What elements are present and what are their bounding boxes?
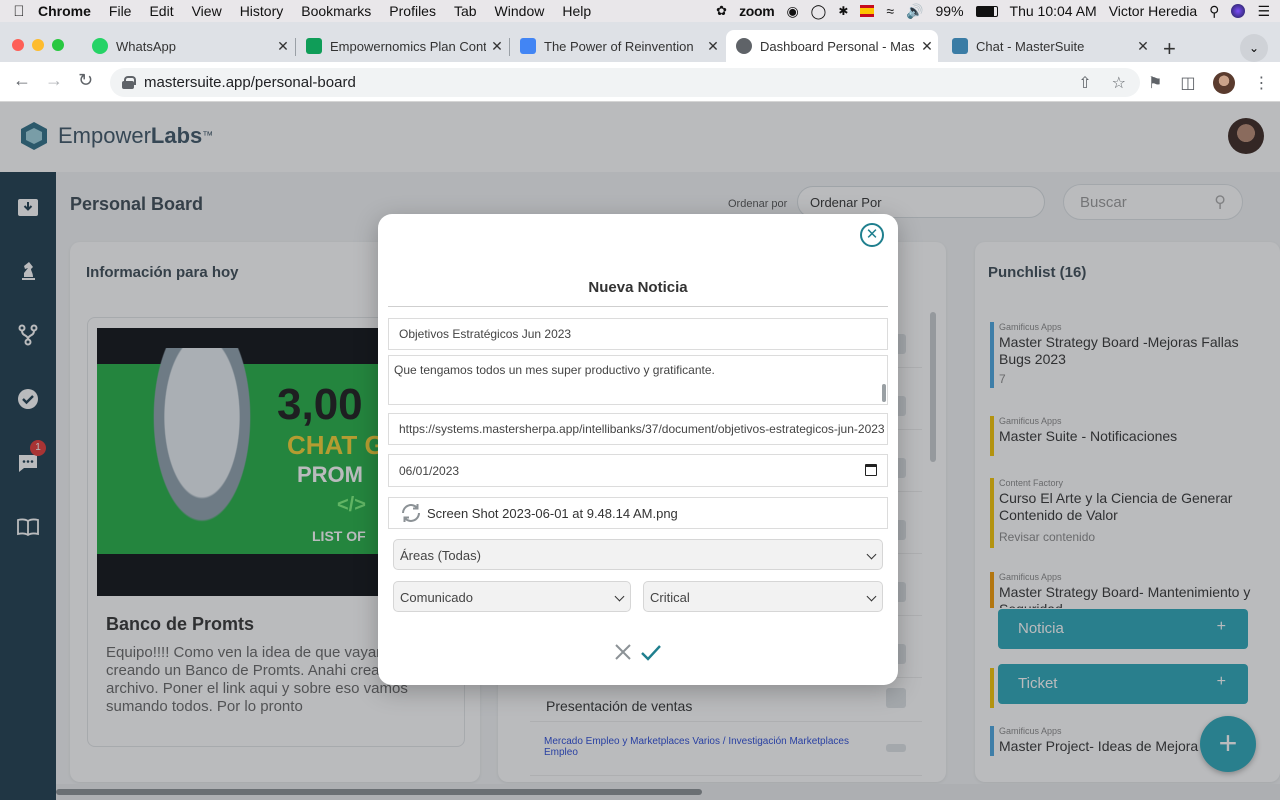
- battery-percent: 99%: [935, 3, 964, 19]
- google-sheets-icon: [306, 38, 322, 54]
- mastersuite-icon: [952, 38, 968, 54]
- priority-select[interactable]: Critical: [643, 581, 883, 612]
- sync-icon[interactable]: ◯: [811, 3, 827, 20]
- close-modal-icon[interactable]: ✕: [860, 223, 884, 247]
- zoom-status[interactable]: zoom: [739, 3, 775, 19]
- menu-bookmarks[interactable]: Bookmarks: [301, 3, 371, 19]
- tab-search-chevron-icon[interactable]: ⌄: [1240, 34, 1268, 62]
- new-tab-plus-icon[interactable]: +: [1163, 36, 1176, 62]
- file-upload-field[interactable]: Screen Shot 2023-06-01 at 9.48.14 AM.png: [388, 497, 888, 529]
- creative-cloud-icon[interactable]: ◉: [786, 3, 798, 20]
- menu-view[interactable]: View: [192, 3, 222, 19]
- modal-divider: [388, 306, 888, 307]
- close-tab-icon[interactable]: ✕: [272, 38, 294, 55]
- refresh-upload-icon[interactable]: [399, 501, 423, 525]
- confirm-check-icon[interactable]: [640, 642, 662, 662]
- bluetooth-icon[interactable]: ✱: [838, 4, 848, 18]
- whatsapp-icon: [92, 38, 108, 54]
- tab-title: Dashboard Personal - Mas: [760, 38, 915, 54]
- news-url-input[interactable]: https://systems.mastersherpa.app/intelli…: [388, 413, 888, 445]
- tab-chat-mastersuite[interactable]: Chat - MasterSuite ✕: [942, 30, 1154, 62]
- minimize-window-button[interactable]: [32, 39, 44, 51]
- tab-title: Empowernomics Plan Conte: [330, 38, 486, 54]
- keyboard-flag-icon[interactable]: [860, 5, 875, 17]
- menubar-clock[interactable]: Thu 10:04 AM: [1010, 3, 1097, 19]
- nueva-noticia-modal: ✕ Nueva Noticia Que tengamos todos un me…: [378, 214, 898, 685]
- menu-file[interactable]: File: [109, 3, 132, 19]
- share-icon[interactable]: ⇧: [1078, 73, 1091, 93]
- tab-power-of-reinvention[interactable]: The Power of Reinvention ✕: [510, 30, 724, 62]
- menu-profiles[interactable]: Profiles: [389, 3, 436, 19]
- back-arrow-icon[interactable]: ←: [13, 70, 31, 91]
- menu-tab[interactable]: Tab: [454, 3, 477, 19]
- menu-window[interactable]: Window: [495, 3, 545, 19]
- browser-tabstrip: WhatsApp ✕ Empowernomics Plan Conte ✕ Th…: [0, 22, 1280, 62]
- control-center-icon[interactable]: ☰: [1257, 3, 1270, 20]
- chrome-menu-icon[interactable]: ⋮: [1253, 73, 1269, 93]
- menu-edit[interactable]: Edit: [149, 3, 173, 19]
- apple-icon[interactable]: : [0, 3, 38, 20]
- menu-history[interactable]: History: [240, 3, 284, 19]
- areas-select-value: Áreas (Todas): [400, 548, 481, 563]
- news-url-value: https://systems.mastersherpa.app/intelli…: [399, 422, 885, 436]
- news-description-textarea[interactable]: Que tengamos todos un mes super producti…: [388, 355, 888, 405]
- spotlight-search-icon[interactable]: ⚲: [1209, 3, 1219, 20]
- menubar-user[interactable]: Victor Heredia: [1109, 3, 1197, 19]
- maximize-window-button[interactable]: [52, 39, 64, 51]
- news-date-value: 06/01/2023: [399, 463, 460, 478]
- calendar-icon[interactable]: [865, 464, 877, 476]
- news-title-input[interactable]: [388, 318, 888, 350]
- areas-select[interactable]: Áreas (Todas): [393, 539, 883, 570]
- macos-menubar:  Chrome File Edit View History Bookmark…: [0, 0, 1280, 22]
- tab-empowernomics[interactable]: Empowernomics Plan Conte ✕: [296, 30, 508, 62]
- close-tab-icon[interactable]: ✕: [486, 38, 508, 55]
- tab-title: Chat - MasterSuite: [976, 38, 1085, 54]
- chevron-down-icon: [614, 591, 625, 602]
- news-date-input[interactable]: 06/01/2023: [388, 454, 888, 487]
- globe-icon: [736, 38, 752, 54]
- cancel-x-icon[interactable]: [613, 642, 633, 662]
- close-tab-icon[interactable]: ✕: [916, 38, 938, 55]
- extensions-puzzle-icon[interactable]: ⚑: [1148, 73, 1162, 93]
- menu-help[interactable]: Help: [562, 3, 591, 19]
- tab-whatsapp[interactable]: WhatsApp ✕: [82, 30, 294, 62]
- volume-icon[interactable]: 🔊: [906, 3, 923, 20]
- news-type-value: Comunicado: [400, 590, 473, 605]
- menu-app-chrome[interactable]: Chrome: [38, 3, 91, 19]
- news-type-select[interactable]: Comunicado: [393, 581, 631, 612]
- battery-icon[interactable]: [975, 5, 998, 17]
- bookmark-star-icon[interactable]: ☆: [1112, 73, 1126, 93]
- close-tab-icon[interactable]: ✕: [702, 38, 724, 55]
- close-window-button[interactable]: [12, 39, 24, 51]
- lock-icon[interactable]: [122, 76, 136, 89]
- tab-title: WhatsApp: [116, 38, 176, 54]
- profile-avatar[interactable]: [1213, 72, 1236, 94]
- google-docs-icon: [520, 38, 536, 54]
- siri-icon[interactable]: [1231, 4, 1246, 18]
- side-panel-icon[interactable]: ◫: [1180, 73, 1195, 93]
- address-url[interactable]: mastersuite.app/personal-board: [144, 74, 356, 91]
- description-scrollbar[interactable]: [882, 384, 886, 402]
- tab-dashboard-personal[interactable]: Dashboard Personal - Mas ✕: [726, 30, 938, 62]
- extension-icon[interactable]: ✿: [716, 3, 727, 19]
- close-tab-icon[interactable]: ✕: [1132, 38, 1154, 55]
- priority-value: Critical: [650, 590, 690, 605]
- address-bar[interactable]: mastersuite.app/personal-board ⇧ ☆: [110, 68, 1140, 97]
- uploaded-file-name: Screen Shot 2023-06-01 at 9.48.14 AM.png: [427, 505, 678, 521]
- chevron-down-icon: [866, 591, 877, 602]
- tab-title: The Power of Reinvention: [544, 38, 694, 54]
- browser-toolbar: ← → ↻ mastersuite.app/personal-board ⇧ ☆…: [0, 62, 1280, 102]
- reload-icon[interactable]: ↻: [78, 70, 93, 91]
- window-controls: [12, 39, 64, 51]
- modal-title: Nueva Noticia: [588, 279, 688, 296]
- forward-arrow-icon[interactable]: →: [45, 70, 63, 91]
- wifi-icon[interactable]: ≈: [886, 3, 894, 19]
- chevron-down-icon: [866, 549, 877, 560]
